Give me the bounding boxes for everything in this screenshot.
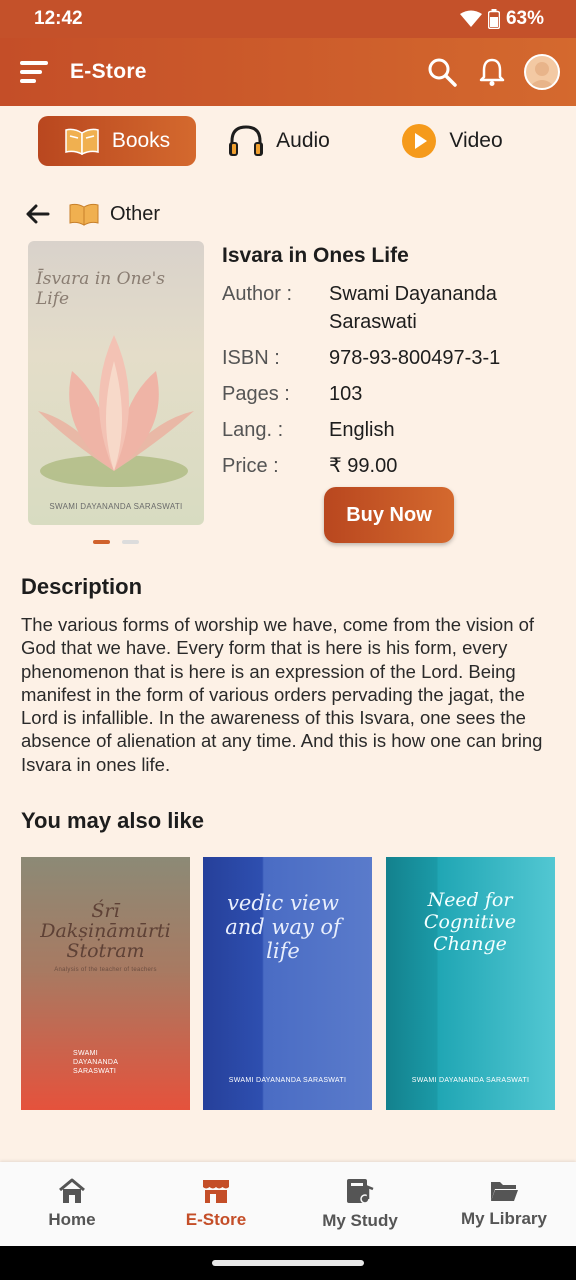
study-icon: [347, 1179, 374, 1204]
carousel-dot-active: [93, 540, 110, 544]
lotus-illustration: [38, 335, 194, 487]
detail-label: Price :: [222, 455, 279, 477]
nav-my-library[interactable]: My Library: [432, 1162, 576, 1246]
recommended-book-title: Śrī Dakṣiṇāmūrti Stotram: [40, 900, 171, 962]
recommended-book-title: Need for Cognitive Change: [423, 889, 517, 955]
app-title: E-Store: [70, 60, 147, 83]
bottom-navigation: Home E-Store My Study My Library: [0, 1162, 576, 1246]
avatar-icon: [524, 54, 560, 90]
battery-percent: 63%: [505, 8, 544, 29]
search-icon[interactable]: [422, 52, 462, 92]
description-text: The various forms of worship we have, co…: [21, 614, 543, 775]
breadcrumb-category: Other: [110, 202, 161, 225]
detail-value: 103: [329, 383, 363, 405]
recommendations-heading: You may also like: [21, 808, 205, 833]
recommended-book-author: SWAMI DAYANANDA SARASWATI: [73, 1050, 118, 1075]
detail-label: Author :: [222, 283, 293, 305]
book-cover[interactable]: Īsvara in One's Life SWAMI DAYANANDA SAR…: [28, 241, 204, 525]
home-gesture-pill[interactable]: [212, 1260, 364, 1266]
recommended-book-author: SWAMI DAYANANDA SARASWATI: [411, 1077, 530, 1084]
description-heading: Description: [21, 574, 143, 599]
detail-price: Price : ₹ 99.00: [222, 452, 552, 480]
nav-home[interactable]: Home: [0, 1162, 144, 1246]
recommended-book-subtitle: Analysis of the teacher of teachers: [54, 967, 157, 973]
book-details: Author : Swami Dayananda Saraswati ISBN :…: [222, 280, 552, 488]
nav-home-label: Home: [48, 1210, 96, 1229]
detail-value: Swami Dayananda Saraswati: [329, 283, 497, 333]
carousel-dot: [122, 540, 139, 544]
nav-my-study[interactable]: My Study: [288, 1162, 432, 1246]
detail-author: Author : Swami Dayananda Saraswati: [222, 280, 552, 336]
detail-isbn: ISBN : 978-93-800497-3-1: [222, 344, 552, 372]
detail-language: Lang. : English: [222, 416, 552, 444]
recommended-book-title: vedic view and way of life: [225, 891, 341, 963]
nav-estore-label: E-Store: [185, 1210, 247, 1229]
back-arrow-icon[interactable]: [26, 204, 52, 224]
system-navigation-bar: [0, 1246, 576, 1280]
home-icon: [59, 1178, 85, 1203]
detail-pages: Pages : 103: [222, 380, 552, 408]
nav-estore[interactable]: E-Store: [144, 1162, 288, 1246]
recommended-book-author: SWAMI DAYANANDA SARASWATI: [228, 1077, 347, 1084]
media-tabs: Books Audio Video: [38, 116, 548, 166]
book-title: Isvara in Ones Life: [222, 244, 409, 267]
folder-icon: [491, 1182, 518, 1201]
recommended-book[interactable]: Śrī Dakṣiṇāmūrti Stotram Analysis of the…: [21, 857, 190, 1110]
tab-books[interactable]: Books: [38, 116, 196, 166]
store-icon: [203, 1180, 229, 1203]
play-icon: [402, 124, 437, 158]
wifi-icon: [459, 10, 482, 27]
status-time: 12:42: [34, 8, 83, 29]
battery-icon: [487, 9, 500, 29]
profile-avatar[interactable]: [522, 52, 562, 92]
status-icons: 63%: [459, 8, 544, 30]
nav-my-study-label: My Study: [322, 1211, 398, 1230]
breadcrumb: Other: [26, 198, 160, 230]
status-bar: 12:42 63%: [0, 0, 576, 38]
tab-video-label: Video: [449, 129, 503, 152]
buy-now-button[interactable]: Buy Now: [324, 487, 454, 543]
book-icon: [65, 128, 99, 155]
tab-video[interactable]: Video: [362, 116, 542, 166]
detail-value: 978-93-800497-3-1: [329, 347, 501, 369]
detail-value: English: [329, 419, 395, 441]
tab-books-label: Books: [111, 129, 171, 152]
app-bar: E-Store: [0, 38, 576, 106]
cover-author: SWAMI DAYANANDA SARASWATI: [49, 502, 183, 511]
bell-icon[interactable]: [472, 52, 512, 92]
detail-label: Pages :: [222, 383, 290, 405]
headphones-icon: [229, 125, 264, 156]
detail-label: ISBN :: [222, 347, 280, 369]
tab-audio[interactable]: Audio: [196, 116, 362, 166]
recommended-book[interactable]: Need for Cognitive Change SWAMI DAYANAND…: [386, 857, 555, 1110]
detail-label: Lang. :: [222, 419, 284, 441]
detail-value: ₹ 99.00: [329, 455, 398, 477]
carousel-indicator: [93, 540, 139, 544]
recommended-book[interactable]: vedic view and way of life SWAMI DAYANAN…: [203, 857, 372, 1110]
nav-my-library-label: My Library: [461, 1209, 547, 1228]
menu-icon[interactable]: [20, 57, 50, 87]
book-icon: [68, 202, 100, 226]
cover-title: Īsvara in One's Life: [36, 269, 165, 309]
tab-audio-label: Audio: [276, 129, 330, 152]
